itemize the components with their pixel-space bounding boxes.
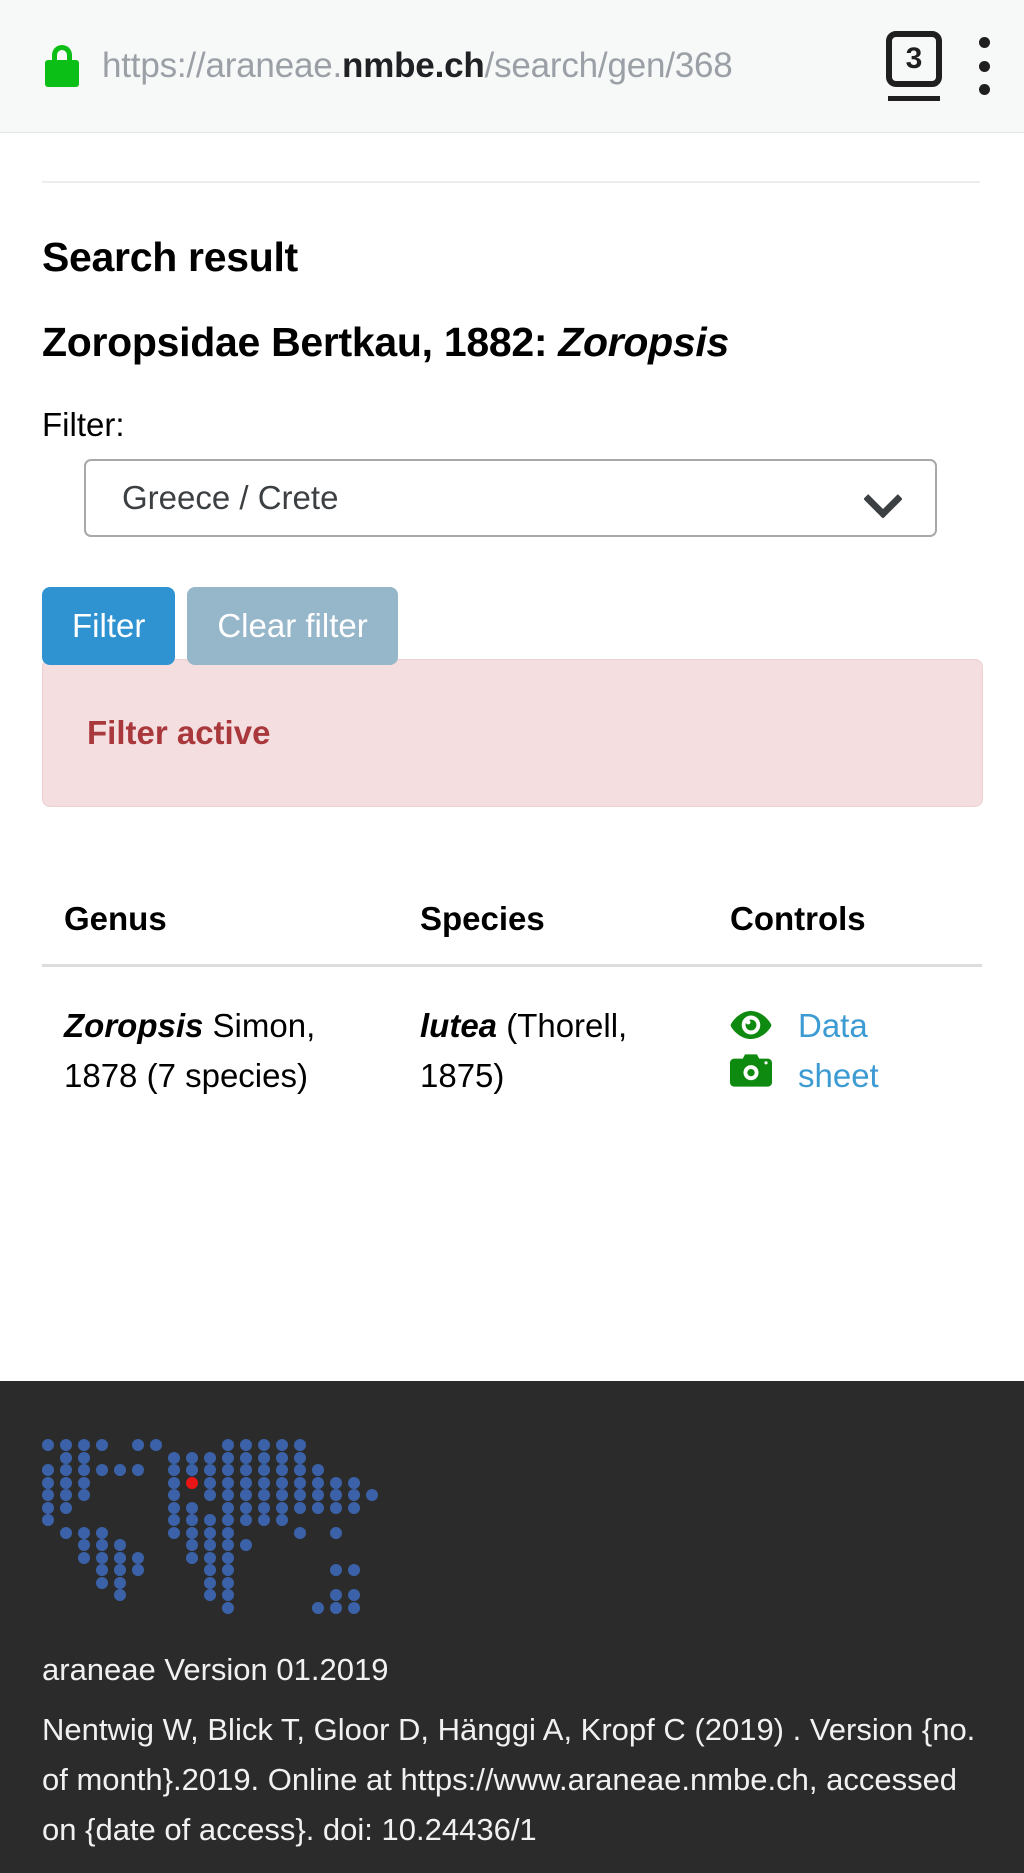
- tab-counter-box: 3: [886, 31, 942, 87]
- clear-filter-button[interactable]: Clear filter: [187, 586, 398, 665]
- chevron-down-icon: [865, 481, 899, 515]
- column-header-controls: Controls: [730, 899, 866, 937]
- filter-status-text: Filter active: [87, 713, 271, 751]
- tab-counter-underline: [888, 96, 940, 101]
- kebab-menu-icon[interactable]: [966, 35, 1002, 97]
- browser-address-bar[interactable]: https://araneae.nmbe.ch/search/gen/368 3: [0, 0, 1024, 133]
- filter-select[interactable]: Greece / Crete: [84, 458, 937, 537]
- url-prefix: https://araneae.: [102, 46, 343, 85]
- url-domain: nmbe.ch: [342, 46, 485, 85]
- url-text: https://araneae.nmbe.ch/search/gen/368: [102, 46, 733, 86]
- cell-genus: Zoropsis Simon, 1878 (7 species): [42, 1001, 398, 1101]
- cell-species: lutea (Thorell, 1875): [398, 1001, 708, 1101]
- filter-select-value: Greece / Crete: [122, 478, 339, 516]
- genus-name: Zoropsis: [64, 1007, 204, 1045]
- url-fade-overlay: [798, 36, 868, 96]
- table-row: Zoropsis Simon, 1878 (7 species) lutea (…: [42, 1001, 982, 1101]
- dotted-world-map-logo: [42, 1439, 378, 1614]
- camera-icon[interactable]: [730, 1053, 772, 1087]
- footer-citation: Nentwig W, Blick T, Gloor D, Hänggi A, K…: [42, 1711, 976, 1848]
- site-footer: araneae Version 01.2019 Nentwig W, Blick…: [0, 1381, 1024, 1873]
- data-sheet-link[interactable]: Data sheet: [798, 1001, 918, 1101]
- results-table: Genus Species Controls Zoropsis Simon, 1…: [42, 899, 982, 1102]
- filter-button-row: Filter Clear filter: [42, 586, 982, 665]
- footer-version: araneae Version 01.2019: [42, 1652, 389, 1687]
- url-suffix: /search/gen/368: [484, 46, 733, 85]
- lock-icon[interactable]: [44, 45, 80, 87]
- tab-counter-button[interactable]: 3: [886, 31, 942, 101]
- page-root: https://araneae.nmbe.ch/search/gen/368 3…: [0, 0, 1024, 1873]
- filter-button[interactable]: Filter: [42, 586, 176, 665]
- filter-label: Filter:: [42, 406, 125, 444]
- eye-icon[interactable]: [730, 1009, 772, 1041]
- url-bar[interactable]: https://araneae.nmbe.ch/search/gen/368: [102, 36, 868, 96]
- page-title: Search result: [42, 234, 298, 280]
- control-icon-group: [730, 1001, 772, 1101]
- column-header-genus: Genus: [64, 899, 167, 937]
- taxon-heading: Zoropsidae Bertkau, 1882: Zoropsis: [42, 320, 982, 365]
- taxon-genus-label: Zoropsis: [558, 319, 730, 366]
- main-content: Search result Zoropsidae Bertkau, 1882: …: [0, 181, 1024, 1102]
- taxon-family-label: Zoropsidae Bertkau, 1882:: [42, 319, 559, 366]
- species-name: lutea: [420, 1007, 498, 1045]
- top-divider: [42, 181, 980, 183]
- table-header-divider: [42, 964, 982, 968]
- cell-controls: Data sheet: [708, 1001, 982, 1101]
- tab-count-label: 3: [905, 42, 923, 75]
- filter-status-banner: Filter active: [42, 658, 983, 807]
- column-header-species: Species: [420, 899, 545, 937]
- table-header-row: Genus Species Controls: [42, 899, 982, 939]
